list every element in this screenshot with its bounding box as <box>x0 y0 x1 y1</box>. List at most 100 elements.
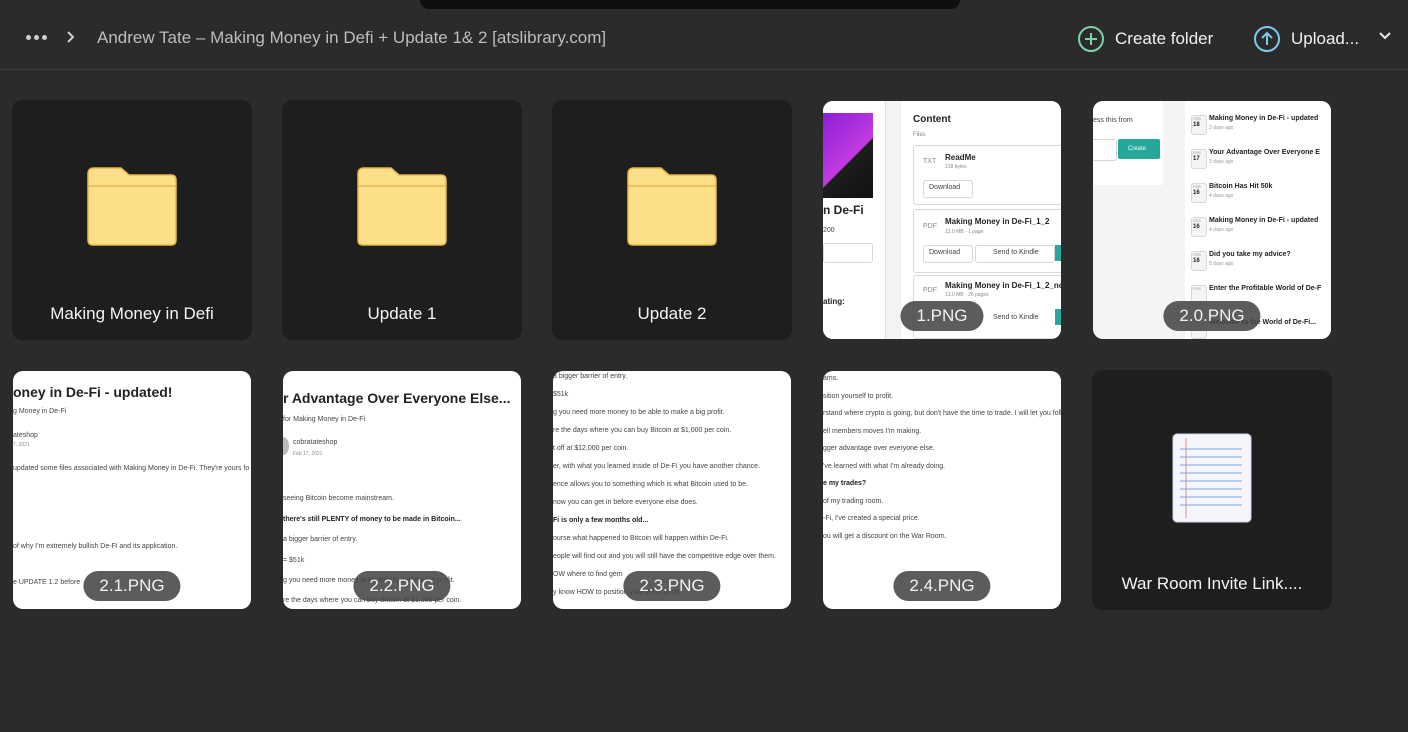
thumbnail-text: e UPDATE 1.2 before <box>13 579 81 586</box>
thumbnail-text: 16 <box>1193 224 1200 230</box>
thumbnail-text: FEB <box>1193 218 1201 223</box>
create-folder-label: Create folder <box>1115 29 1214 48</box>
image-tile[interactable]: r Advantage Over Everyone Else... for Ma… <box>283 371 521 609</box>
thumbnail-text: = $51k <box>283 557 305 564</box>
chevron-right-icon <box>67 31 75 43</box>
image-tile[interactable]: oney in De-Fi - updated! g Money in De-F… <box>13 371 251 609</box>
thumbnail-text: PDF <box>923 287 937 294</box>
thumbnail-text: n De-Fi <box>823 203 864 217</box>
thumbnail-text: Download <box>929 249 961 256</box>
thumbnail-text: 4 days ago <box>1209 227 1234 233</box>
thumbnail-text: Making Money in De-Fi_1_2_no <box>945 281 1061 290</box>
file-name: 2.2.PNG <box>353 571 451 601</box>
thumbnail-text: g you need more money to be able to make… <box>553 409 725 416</box>
thumbnail-text: Fi is only a few months old... <box>553 517 649 524</box>
thumbnail-text: Making Money in De-Fi - updated <box>1209 217 1319 224</box>
thumbnail-text: 200 <box>823 227 835 234</box>
thumbnail-text: a bigger barrier of entry. <box>283 536 358 543</box>
thumbnail-text: Send to Kindle <box>993 314 1039 321</box>
top-bar: Andrew Tate – Making Money in Defi + Upd… <box>0 0 1408 70</box>
plus-circle-icon <box>1078 26 1104 52</box>
thumbnail-text: Did you take my advice? <box>1209 251 1291 258</box>
thumbnail-text: 16 <box>1193 190 1200 196</box>
folder-name: Update 2 <box>637 304 707 323</box>
thumbnail-text: 5 days ago <box>1209 261 1234 267</box>
thumbnail-text: updated some files associated with Makin… <box>13 465 250 472</box>
thumbnail-text: 13.0 MB - 26 pages <box>945 292 989 298</box>
chevron-down-icon[interactable] <box>1378 31 1392 41</box>
thumbnail-text: a bigger barrier of entry. <box>553 373 628 380</box>
thumbnail-text: -Fi, I've created a special price. <box>823 515 920 522</box>
more-icon[interactable] <box>26 29 48 47</box>
file-name: War Room Invite Link.... <box>1121 574 1303 593</box>
thumbnail-text: FEB <box>1193 184 1201 189</box>
file-name: 2.0.PNG <box>1163 301 1261 331</box>
folder-icon <box>87 167 177 246</box>
image-tile[interactable]: ess this from Create FEB 18 Making Money i… <box>1093 101 1331 339</box>
thumbnail-text: cobratateshop <box>293 439 338 446</box>
thumbnail-sidebar: n De-Fi 200 ating: <box>823 101 886 339</box>
thumbnail-text: eople will find out and you will still h… <box>553 553 776 560</box>
thumbnail-text: 've learned with what I'm already doing. <box>823 462 946 470</box>
thumbnail-text: 13.0 MB - 1 page <box>945 229 984 235</box>
thumbnail-text: ReadMe <box>945 153 976 162</box>
folder-tile[interactable]: Update 2 <box>552 100 792 340</box>
thumbnail-text: 7, 2021 <box>13 442 30 448</box>
thumbnail-text: 218 bytes <box>945 164 967 170</box>
thumbnail-text: gger advantage over everyone else. <box>823 445 935 452</box>
folder-tile[interactable]: Update 1 <box>282 100 522 340</box>
thumbnail-text: sition yourself to profit. <box>823 392 894 400</box>
thumbnail-text: er, with what you learned inside of De-F… <box>553 463 761 470</box>
folder-icon <box>357 167 447 246</box>
thumbnail-text: t off at $12,000 per coin. <box>553 445 629 452</box>
thumbnail-text: FEB <box>1193 252 1201 257</box>
thumbnail-box <box>823 243 873 263</box>
upload-label: Upload... <box>1291 29 1360 48</box>
thumbnail-text: PDF <box>923 223 937 230</box>
thumbnail-text: now you can get in before everyone else … <box>553 499 698 506</box>
upload-button[interactable]: Upload... <box>1253 24 1359 54</box>
thumbnail-text: OW where to find gem <box>553 571 623 578</box>
create-folder-button[interactable]: Create folder <box>1077 24 1213 54</box>
thumbnail-text: ess this from <box>1093 117 1133 124</box>
upload-arrow-icon <box>1254 26 1280 52</box>
thumbnail-box <box>1093 139 1117 161</box>
thumbnail-text: 16 <box>1193 258 1200 264</box>
thumbnail-text: Create <box>1128 146 1147 152</box>
thumbnail-text: Bitcoin Has Hit 50k <box>1209 183 1273 190</box>
thumbnail-text: for Making Money in De-Fi <box>283 416 366 423</box>
thumbnail-text: 2 days ago <box>1209 125 1234 131</box>
thumbnail-text: re the days where you can buy Bitcoin at… <box>553 427 732 434</box>
avatar <box>283 437 289 455</box>
breadcrumb[interactable]: Andrew Tate – Making Money in Defi + Upd… <box>97 28 606 48</box>
thumbnail-text: FEB <box>1193 286 1201 291</box>
thumbnail-text: Download <box>929 184 961 191</box>
thumbnail-accent <box>1055 245 1061 261</box>
image-tile[interactable]: ams. sition yourself to profit. rstand whe… <box>823 371 1061 609</box>
thumbnail-text: FEB <box>1193 150 1201 155</box>
file-name: 1.PNG <box>900 301 984 331</box>
thumbnail-accent <box>1055 309 1061 325</box>
image-tile[interactable]: n De-Fi 200 ating: Content Files TXT Rea… <box>823 101 1061 339</box>
thumbnail-text: rstand where crypto is going, but don't … <box>823 410 1061 417</box>
thumbnail-text: Making Money in De-Fi_1_2 <box>945 217 1050 226</box>
thumbnail-text: Send to Kindle <box>993 249 1039 256</box>
thumbnail-text: FEB <box>1193 116 1201 121</box>
text-file-tile[interactable]: War Room Invite Link.... <box>1092 370 1332 610</box>
thumbnail-text: oney in De-Fi - updated! <box>13 384 173 400</box>
thumbnail-text: e my trades? <box>823 480 867 487</box>
thumbnail-text: ateshop <box>13 432 38 439</box>
folder-tile[interactable]: Making Money in Defi <box>12 100 252 340</box>
thumbnail-text: 18 <box>1193 122 1200 128</box>
folder-name: Update 1 <box>367 304 437 323</box>
thumbnail-text: ence allows you to something which is wh… <box>553 481 748 488</box>
image-tile[interactable]: a bigger barrier of entry. $51k g you need… <box>553 371 791 609</box>
thumbnail-text: seeing Bitcoin become mainstream. <box>283 495 394 502</box>
thumbnail-text: TXT <box>923 158 937 165</box>
file-name: 2.1.PNG <box>83 571 181 601</box>
thumbnail-text: ell members moves I'm making. <box>823 427 922 435</box>
thumbnail-text: Content <box>913 114 951 125</box>
thumbnail-text: 4 days ago <box>1209 193 1234 199</box>
thumbnail-text: 3 days ago <box>1209 159 1234 165</box>
thumbnail-text: there's still PLENTY of money to be made… <box>283 516 461 523</box>
